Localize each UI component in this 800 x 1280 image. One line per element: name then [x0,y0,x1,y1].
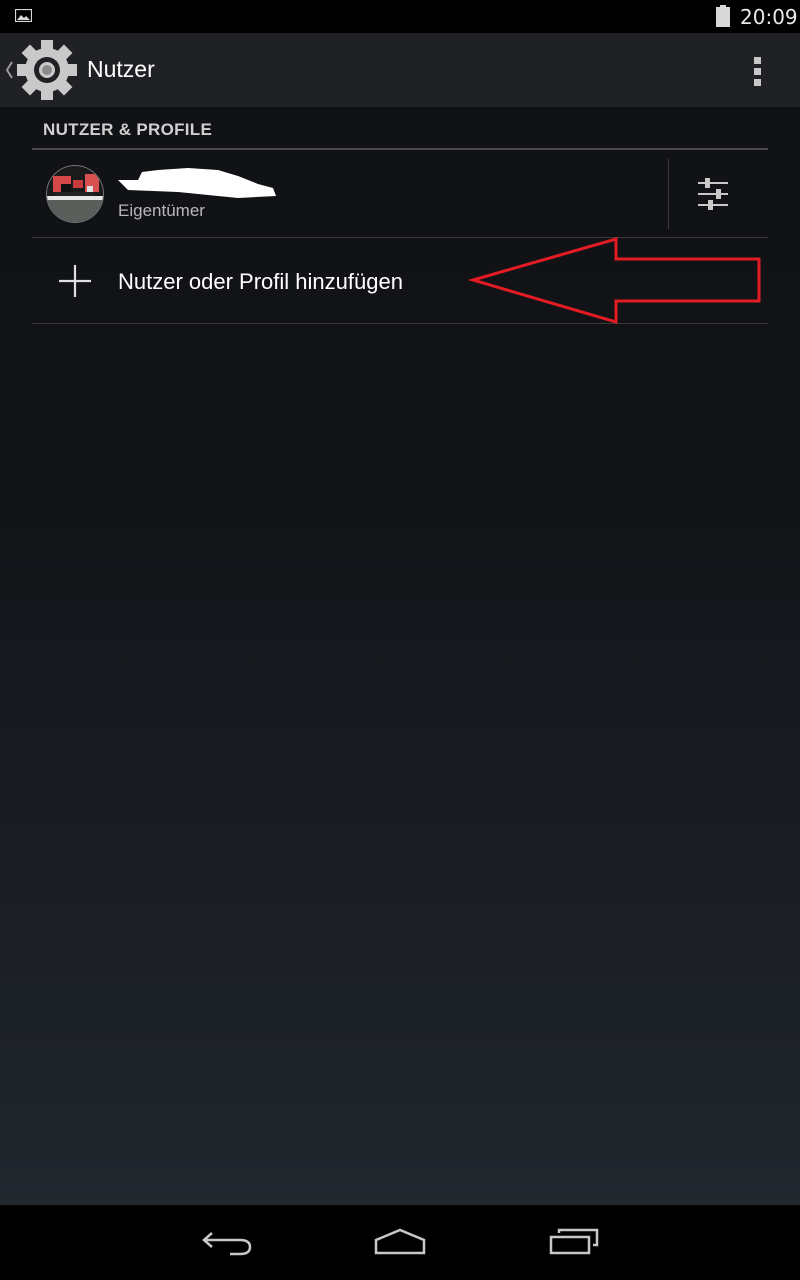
annotation-arrow-icon [467,237,761,325]
nav-recents-button[interactable] [520,1205,630,1280]
overflow-menu-icon [754,57,761,64]
status-clock: 20:09 [740,5,798,29]
recents-icon [549,1228,599,1255]
system-navigation-bar [0,1205,800,1280]
back-icon [202,1232,252,1256]
avatar-image [47,166,103,222]
home-icon [374,1228,426,1255]
back-chevron-icon [5,61,13,79]
overflow-menu-icon-dot [754,68,761,75]
user-settings-button[interactable] [672,150,768,237]
image-notification-icon [15,9,32,22]
vertical-divider [668,159,669,229]
user-name [118,166,278,200]
user-role: Eigentümer [118,201,205,220]
nav-back-button[interactable] [175,1205,285,1280]
plus-icon [59,265,91,297]
page-title: Nutzer [87,56,155,82]
settings-gear-icon [17,40,77,100]
add-user-label: Nutzer oder Profil hinzufügen [118,269,403,294]
up-navigation-button[interactable]: Nutzer [0,33,170,107]
overflow-menu-icon-dot [754,79,761,86]
overflow-menu-button[interactable] [738,51,778,91]
sliders-icon [698,178,728,210]
nav-home-button[interactable] [345,1205,455,1280]
section-header: NUTZER & PROFILE [43,120,213,139]
battery-icon [716,5,730,27]
status-bar: 20:09 [0,0,800,33]
action-bar: Nutzer [0,33,800,107]
avatar [47,166,103,222]
redacted-name-mark [118,168,276,198]
user-list-item[interactable]: Eigentümer [32,150,768,237]
